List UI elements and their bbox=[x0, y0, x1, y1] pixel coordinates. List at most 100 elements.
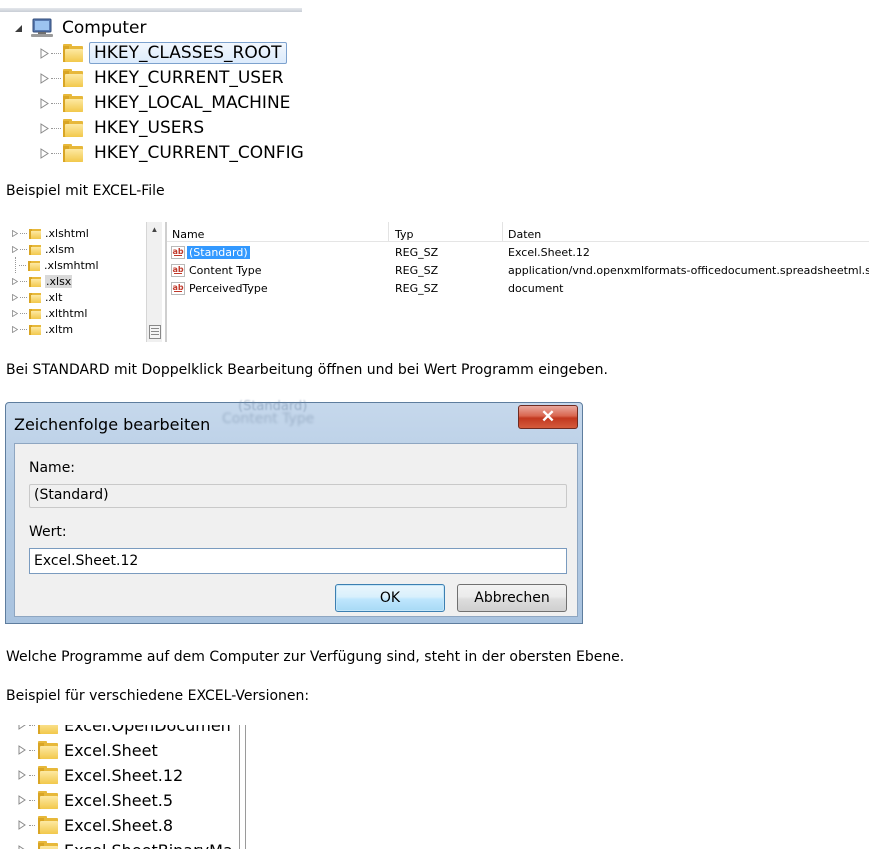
edit-string-dialog: (Standard) Content Type Zeichenfolge bea… bbox=[5, 399, 583, 624]
expand-arrow-icon[interactable] bbox=[18, 820, 26, 830]
folder-icon bbox=[63, 144, 83, 162]
collapse-arrow-icon[interactable] bbox=[14, 24, 23, 33]
value-name: Content Type bbox=[189, 264, 262, 277]
excel-versions-tree: Excel.OpenDocumen Excel.Sheet Excel.Shee… bbox=[12, 725, 248, 849]
value-input[interactable] bbox=[29, 548, 567, 574]
key-label: .xlt bbox=[45, 290, 63, 304]
folder-icon bbox=[29, 228, 41, 239]
value-type: REG_SZ bbox=[395, 246, 439, 259]
expand-arrow-icon[interactable] bbox=[12, 277, 18, 285]
scroll-thumb[interactable] bbox=[149, 325, 161, 339]
value-label: Wert: bbox=[29, 524, 67, 540]
column-separator[interactable] bbox=[502, 222, 503, 242]
tree-node-hkey-users[interactable]: HKEY_USERS bbox=[40, 116, 209, 140]
tree-node-label: Excel.SheetBinaryMa bbox=[64, 841, 233, 850]
expand-arrow-icon[interactable] bbox=[40, 97, 49, 109]
pane-splitter[interactable] bbox=[165, 222, 167, 342]
tree-top-border bbox=[0, 8, 302, 12]
tree-node-hkey-current-user[interactable]: HKEY_CURRENT_USER bbox=[40, 66, 289, 90]
key-item-xlsx[interactable]: .xlsx bbox=[12, 273, 73, 289]
tree-node-hkey-local-machine[interactable]: HKEY_LOCAL_MACHINE bbox=[40, 91, 295, 115]
tree-node-hkey-current-config[interactable]: HKEY_CURRENT_CONFIG bbox=[40, 141, 309, 165]
expand-arrow-icon[interactable] bbox=[18, 845, 26, 849]
dialog-frame: (Standard) Content Type Zeichenfolge bea… bbox=[5, 399, 583, 624]
cancel-button[interactable]: Abbrechen bbox=[457, 584, 567, 612]
tree-node-excel-opendocument[interactable]: Excel.OpenDocumen bbox=[18, 725, 231, 737]
close-icon: ✕ bbox=[540, 407, 556, 426]
name-label: Name: bbox=[29, 460, 76, 476]
folder-icon bbox=[63, 69, 83, 87]
tree-node-label: Excel.OpenDocumen bbox=[64, 725, 231, 735]
tree-node-label: HKEY_CURRENT_CONFIG bbox=[94, 143, 304, 163]
key-item-xlt[interactable]: .xlt bbox=[12, 289, 62, 305]
expand-arrow-icon[interactable] bbox=[40, 47, 49, 59]
tree-node-excel-sheet-5[interactable]: Excel.Sheet.5 bbox=[18, 788, 173, 812]
tree-connector bbox=[51, 102, 61, 104]
ok-button[interactable]: OK bbox=[335, 584, 445, 612]
close-button[interactable]: ✕ bbox=[518, 405, 578, 429]
column-separator[interactable] bbox=[388, 222, 389, 242]
tree-border bbox=[245, 725, 246, 849]
expand-arrow-icon[interactable] bbox=[40, 122, 49, 134]
value-row[interactable]: ab PerceivedType bbox=[171, 280, 270, 297]
expand-arrow-icon[interactable] bbox=[12, 309, 18, 317]
tree-connector bbox=[51, 127, 61, 129]
key-label: .xlshtml bbox=[45, 226, 89, 240]
tree-node-label: HKEY_USERS bbox=[94, 118, 205, 138]
expand-arrow-icon[interactable] bbox=[12, 325, 18, 333]
expand-arrow-icon[interactable] bbox=[40, 72, 49, 84]
computer-icon bbox=[31, 18, 53, 37]
key-list-scrollbar[interactable]: ▲ bbox=[146, 222, 162, 342]
instruction-text: Bei STANDARD mit Doppelklick Bearbeitung… bbox=[6, 362, 608, 378]
key-item-xlshtml[interactable]: .xlshtml bbox=[12, 225, 89, 241]
folder-icon bbox=[38, 766, 58, 784]
key-label-selected: .xlsx bbox=[45, 274, 73, 288]
expand-arrow-icon[interactable] bbox=[18, 745, 26, 755]
folder-icon bbox=[29, 276, 41, 287]
key-item-xlsmhtml[interactable]: .xlsmhtml bbox=[12, 257, 99, 273]
tree-node-excel-sheet[interactable]: Excel.Sheet bbox=[18, 738, 158, 762]
key-item-xlthtml[interactable]: .xlthtml bbox=[12, 305, 87, 321]
folder-icon bbox=[29, 308, 41, 319]
tree-connector bbox=[51, 77, 61, 79]
folder-icon bbox=[63, 119, 83, 137]
value-type: REG_SZ bbox=[395, 282, 439, 295]
tree-node-label: Excel.Sheet.12 bbox=[64, 765, 184, 785]
expand-arrow-icon[interactable] bbox=[12, 293, 18, 301]
folder-icon bbox=[63, 44, 83, 62]
value-row[interactable]: ab (Standard) bbox=[171, 244, 250, 261]
tree-node-excel-sheet-12[interactable]: Excel.Sheet.12 bbox=[18, 763, 183, 787]
folder-icon bbox=[38, 841, 58, 849]
expand-arrow-icon[interactable] bbox=[40, 147, 49, 159]
tree-node-computer[interactable]: Computer bbox=[14, 16, 147, 40]
name-field: (Standard) bbox=[29, 484, 567, 508]
value-type: REG_SZ bbox=[395, 264, 439, 277]
scroll-up-arrow-icon[interactable]: ▲ bbox=[147, 222, 162, 236]
expand-arrow-icon[interactable] bbox=[18, 725, 26, 730]
key-item-xltm[interactable]: .xltm bbox=[12, 321, 73, 337]
folder-icon bbox=[38, 816, 58, 834]
value-data: application/vnd.openxmlformats-officedoc… bbox=[508, 264, 869, 277]
background-ghost-text: Content Type bbox=[222, 411, 315, 427]
expand-arrow-icon[interactable] bbox=[18, 770, 26, 780]
expand-arrow-icon[interactable] bbox=[12, 229, 18, 237]
tree-node-label: HKEY_CURRENT_USER bbox=[94, 68, 284, 88]
tree-node-hkey-classes-root[interactable]: HKEY_CLASSES_ROOT bbox=[40, 41, 287, 65]
column-header-data[interactable]: Daten bbox=[508, 226, 541, 242]
expand-arrow-icon[interactable] bbox=[12, 245, 18, 253]
tree-node-excel-sheetbinary[interactable]: Excel.SheetBinaryMa bbox=[18, 838, 233, 849]
programs-note-text: Welche Programme auf dem Computer zur Ve… bbox=[6, 649, 625, 665]
key-item-xlsm[interactable]: .xlsm bbox=[12, 241, 75, 257]
folder-icon bbox=[28, 260, 40, 271]
column-header-name[interactable]: Name bbox=[172, 226, 204, 242]
key-label: .xltm bbox=[45, 322, 74, 336]
tree-node-label: HKEY_LOCAL_MACHINE bbox=[94, 93, 291, 113]
tree-node-excel-sheet-8[interactable]: Excel.Sheet.8 bbox=[18, 813, 173, 837]
versions-example-text: Beispiel für verschiedene EXCEL-Versione… bbox=[6, 688, 310, 704]
value-name: PerceivedType bbox=[189, 282, 268, 295]
expand-arrow-icon[interactable] bbox=[18, 795, 26, 805]
value-row[interactable]: ab Content Type bbox=[171, 262, 264, 279]
dialog-body: Name: (Standard) Wert: OK Abbrechen bbox=[14, 443, 578, 617]
string-value-icon: ab bbox=[171, 264, 185, 277]
column-header-type[interactable]: Typ bbox=[395, 226, 414, 242]
